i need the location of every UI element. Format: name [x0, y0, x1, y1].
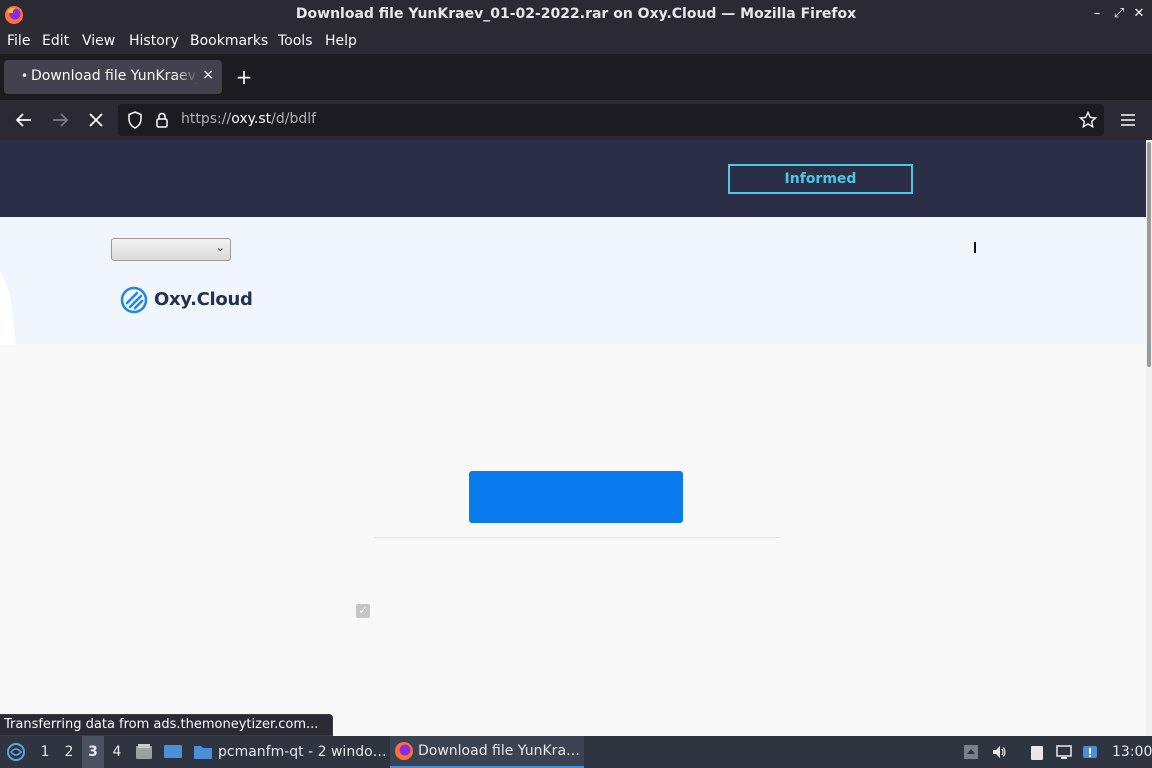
window-title: Download file YunKraev_01-02-2022.rar on… — [295, 6, 857, 22]
taskbar: 1 2 3 4 pcmanfm-qt - 2 windo… Download f… — [0, 736, 1152, 768]
bookmark-star-icon[interactable] — [1078, 110, 1098, 130]
menu-history[interactable]: History — [129, 33, 179, 49]
hamburger-menu-icon[interactable] — [1116, 108, 1140, 132]
notification-icon[interactable] — [1082, 744, 1098, 760]
task-firefox[interactable]: Download file YunKra… — [390, 736, 584, 768]
menu-bar: File Edit View History Bookmarks Tools H… — [0, 30, 1152, 54]
divider — [375, 537, 780, 538]
lock-icon[interactable] — [152, 110, 172, 130]
menu-tools[interactable]: Tools — [278, 33, 313, 49]
navigation-bar: https://oxy.st/d/bdlf — [0, 100, 1152, 140]
desktop-icon[interactable] — [163, 743, 183, 761]
chevron-down-icon: ⌄ — [215, 241, 225, 254]
folder-icon — [194, 746, 212, 759]
site-header: Informed — [0, 140, 1146, 217]
tab-strip: • Download file YunKraev_01-02-2022.rar … — [0, 54, 1152, 100]
menu-edit[interactable]: Edit — [42, 33, 69, 49]
text-cursor — [974, 242, 976, 253]
network-icon[interactable] — [1056, 744, 1072, 760]
logo-band — [0, 217, 1146, 344]
screen: Download file YunKraev_01-02-2022.rar on… — [0, 0, 1152, 768]
tab-loading-indicator: • — [21, 69, 29, 83]
forward-arrow-icon[interactable] — [48, 108, 72, 132]
menu-file[interactable]: File — [7, 33, 30, 49]
shield-icon[interactable] — [125, 110, 145, 130]
scrollbar-thumb[interactable] — [1147, 142, 1151, 367]
back-arrow-icon[interactable] — [12, 108, 36, 132]
url-bar[interactable]: https://oxy.st/d/bdlf — [118, 104, 1104, 136]
new-tab-button[interactable]: + — [232, 66, 256, 90]
maximize-button[interactable]: ⤢ — [1110, 5, 1128, 23]
agree-checkbox[interactable]: ✓ — [356, 604, 370, 618]
workspace-3[interactable]: 3 — [82, 736, 104, 768]
workspace-2[interactable]: 2 — [58, 736, 80, 768]
language-select[interactable]: ⌄ — [111, 238, 231, 261]
menu-view[interactable]: View — [82, 33, 115, 49]
tab-download-file[interactable]: • Download file YunKraev_01-02-2022.rar … — [4, 60, 222, 94]
task-label: pcmanfm-qt - 2 windo… — [218, 744, 385, 760]
page-scrollbar[interactable] — [1146, 140, 1152, 736]
firefox-icon — [395, 742, 413, 760]
stop-loading-icon[interactable] — [84, 108, 108, 132]
menu-help[interactable]: Help — [325, 33, 357, 49]
close-window-button[interactable]: ✕ — [1130, 5, 1148, 23]
download-button[interactable] — [469, 471, 683, 523]
file-manager-icon[interactable] — [135, 743, 153, 761]
volume-icon[interactable] — [991, 744, 1007, 760]
clipboard-icon[interactable] — [1029, 744, 1045, 760]
menu-bookmarks[interactable]: Bookmarks — [190, 33, 268, 49]
task-pcmanfm[interactable]: pcmanfm-qt - 2 windo… — [193, 736, 385, 768]
informed-button[interactable]: Informed — [728, 164, 913, 194]
tab-label: Download file YunKraev_01-02-2022.rar on… — [31, 68, 199, 84]
start-menu-icon[interactable] — [6, 742, 26, 762]
workspace-4[interactable]: 4 — [106, 736, 128, 768]
oxy-cloud-logo-icon — [120, 286, 148, 314]
minimize-button[interactable]: – — [1088, 5, 1106, 23]
workspace-1[interactable]: 1 — [34, 736, 56, 768]
status-text: Transferring data from ads.themoneytizer… — [0, 714, 334, 736]
tab-close-icon[interactable]: × — [202, 67, 214, 83]
window-titlebar: Download file YunKraev_01-02-2022.rar on… — [0, 0, 1152, 30]
url-text[interactable]: https://oxy.st/d/bdlf — [181, 111, 316, 127]
task-label: Download file YunKra… — [418, 743, 581, 759]
page-content: Informed ⌄ Oxy.Cloud ✓ — [0, 140, 1146, 736]
clock[interactable]: 13:00 — [1112, 736, 1152, 768]
logo-text: Oxy.Cloud — [154, 289, 253, 310]
tray-arrow-icon[interactable] — [963, 744, 979, 760]
